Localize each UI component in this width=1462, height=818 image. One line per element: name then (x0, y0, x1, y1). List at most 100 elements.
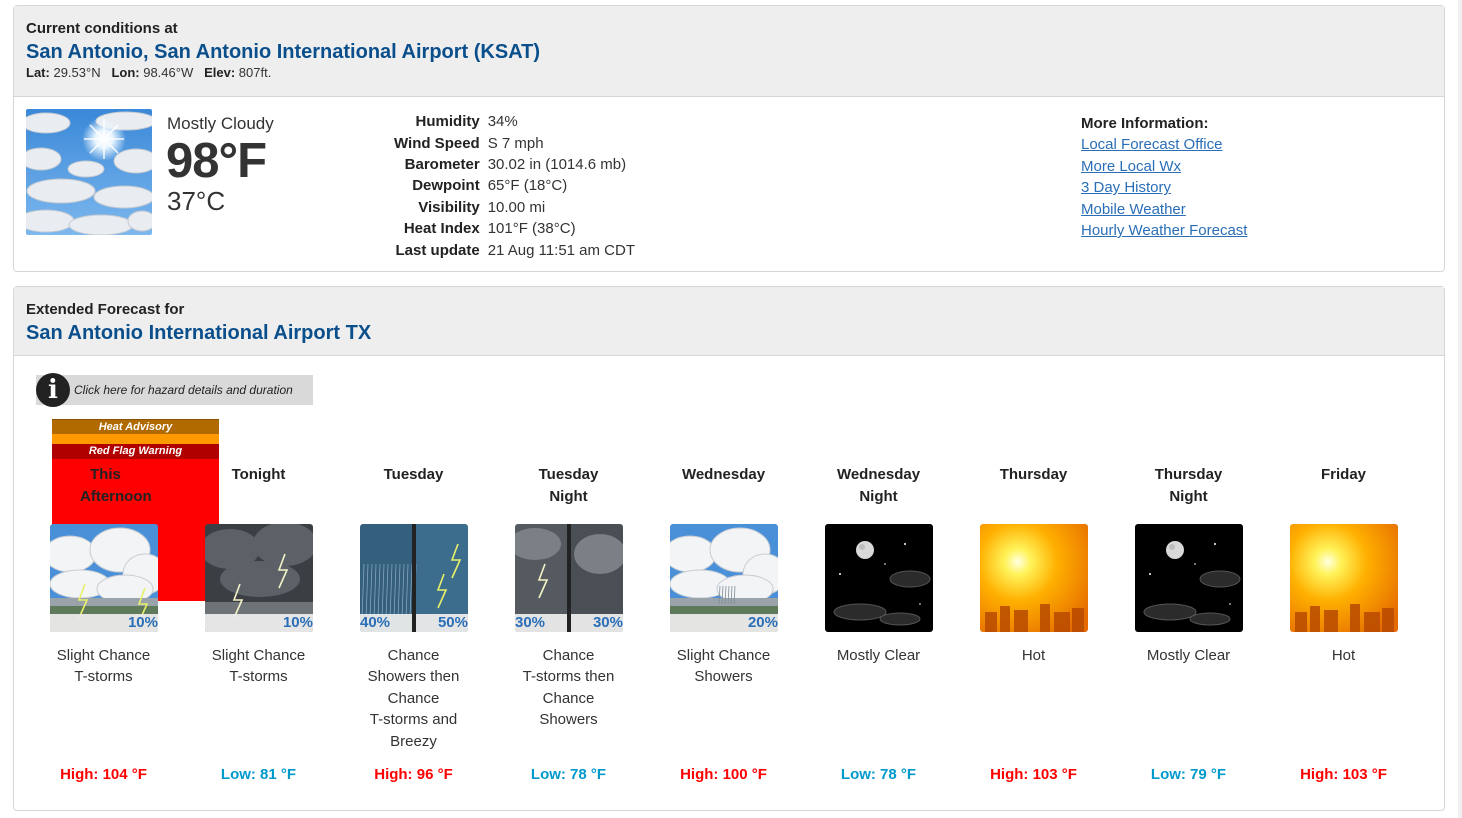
description-line: Chance (387, 647, 440, 664)
precip-chance: 20% (670, 614, 778, 632)
period-name-line: Thursday (1154, 466, 1223, 483)
low-temperature: Low: 78 °F (840, 766, 917, 783)
detail-label: Dewpoint (412, 177, 480, 195)
period-name-line: Wednesday (681, 466, 766, 483)
precip-chance: 30% (571, 614, 623, 632)
period-name: Thursday Night (1111, 464, 1266, 507)
detail-label: Barometer (404, 155, 480, 173)
period-name-line: Night (1169, 487, 1208, 505)
detail-label: Visibility (418, 198, 480, 216)
high-temperature: High: 103 °F (990, 766, 1077, 783)
detail-row: Visibility 10.00 mi (394, 197, 635, 218)
period-name-line: Tuesday (383, 466, 444, 483)
description-line: Mostly Clear (1146, 647, 1231, 664)
high-temperature: High: 100 °F (680, 766, 767, 783)
low-temperature: Low: 78 °F (530, 766, 607, 783)
precip-chance: 10% (205, 614, 313, 632)
current-summary: Mostly Cloudy (167, 114, 274, 133)
high-temperature: High: 104 °F (60, 766, 147, 783)
tstorm-night-icon: 10% (205, 524, 313, 632)
detail-label: Humidity (415, 113, 480, 131)
period-name-line: Night (549, 487, 588, 505)
clear-night-icon (1135, 524, 1243, 632)
showers-tstorm-split-icon: 40% 50% (360, 524, 468, 632)
description-line: Breezy (390, 732, 437, 750)
hazard-separator (52, 434, 219, 444)
current-temp-c: 37°C (167, 186, 226, 216)
precip-chance: 30% (515, 614, 567, 632)
tstorm-day-icon: 10% (50, 524, 158, 632)
description-line: Mostly Clear (836, 647, 921, 664)
period-name: Wednesday (646, 464, 801, 486)
detail-row: Barometer 30.02 in (1014.6 mb) (394, 154, 635, 175)
page-scrollbar[interactable] (1458, 0, 1462, 818)
extended-forecast-location: San Antonio International Airport TX (26, 322, 372, 344)
period-name: Tuesday Night (491, 464, 646, 507)
detail-value: S 7 mph (487, 134, 544, 152)
link-3-day-history[interactable]: 3 Day History (1081, 177, 1247, 198)
low-temperature: Low: 81 °F (220, 766, 297, 783)
description-line: Slight Chance (211, 647, 306, 664)
high-temperature: High: 103 °F (1300, 766, 1387, 783)
hot-sun-icon (980, 524, 1088, 632)
description-line: T-storms then (522, 668, 615, 686)
period-name: Wednesday Night (801, 464, 956, 507)
description-line: Showers then (367, 668, 460, 686)
extended-forecast-label: Extended Forecast for (26, 301, 185, 318)
tstorm-showers-split-icon: 30% 30% (515, 524, 623, 632)
detail-label: Last update (395, 241, 480, 259)
description-line: Slight Chance (676, 647, 771, 664)
period-description: Hot (956, 645, 1111, 666)
description-line: T-storms (229, 668, 288, 686)
hot-sun-icon (1290, 524, 1398, 632)
description-line: T-storms (74, 668, 133, 686)
detail-value: 30.02 in (1014.6 mb) (487, 155, 627, 173)
description-line: Chance (542, 647, 595, 664)
hazard-details-label: Click here for hazard details and durati… (74, 383, 293, 397)
precip-chance: 40% (360, 614, 412, 632)
description-line: Showers (539, 711, 598, 729)
precip-chance: 10% (50, 614, 158, 632)
period-name-line: Friday (1320, 466, 1366, 483)
mostly-cloudy-icon (26, 109, 152, 235)
period-name: Tuesday (336, 464, 491, 486)
current-conditions-header: Current conditions at San Antonio, San A… (14, 6, 1444, 97)
current-details-table: Humidity 34% Wind Speed S 7 mph Barometer 30.… (394, 111, 635, 261)
period-description: Chance Showers then Chance T-storms and Bree… (336, 645, 491, 752)
link-local-forecast-office[interactable]: Local Forecast Office (1081, 134, 1247, 155)
current-conditions-label: Current conditions at (26, 20, 178, 37)
period-description: Hot (1266, 645, 1421, 666)
period-name: Friday (1266, 464, 1421, 486)
period-name-line: Tuesday (538, 466, 599, 483)
period-name-line: Thursday (999, 466, 1068, 483)
extended-forecast-header: Extended Forecast for San Antonio Intern… (14, 287, 1444, 356)
link-hourly-weather-forecast[interactable]: Hourly Weather Forecast (1081, 220, 1247, 241)
hazard-details-button[interactable]: i Click here for hazard details and dura… (36, 373, 313, 407)
low-temperature: Low: 79 °F (1150, 766, 1227, 783)
high-temperature: High: 96 °F (374, 766, 453, 783)
link-more-local-wx[interactable]: More Local Wx (1081, 156, 1247, 177)
period-description: Slight Chance T-storms (181, 645, 336, 688)
station-name: San Antonio, San Antonio International A… (26, 41, 541, 63)
heat-advisory-badge[interactable]: Heat Advisory (52, 419, 219, 435)
description-line: T-storms and (369, 711, 458, 729)
detail-row: Last update 21 Aug 11:51 am CDT (394, 239, 636, 260)
red-flag-warning-badge[interactable]: Red Flag Warning (52, 444, 219, 459)
description-line: Hot (1021, 647, 1046, 664)
period-name: Thursday (956, 464, 1111, 486)
period-description: Slight Chance T-storms (26, 645, 181, 688)
detail-value: 101°F (38°C) (487, 220, 576, 238)
period-name: This Afternoon (26, 464, 181, 507)
current-conditions-panel: Current conditions at San Antonio, San A… (13, 5, 1445, 272)
period-description: Mostly Clear (1111, 645, 1266, 666)
link-mobile-weather[interactable]: Mobile Weather (1081, 199, 1247, 220)
period-name-line: Afternoon (80, 487, 152, 505)
detail-label: Wind Speed (394, 134, 480, 152)
description-line: Hot (1331, 647, 1356, 664)
extended-forecast-panel: Extended Forecast for San Antonio Intern… (13, 286, 1445, 811)
detail-row: Humidity 34% (394, 111, 635, 132)
period-name-line: Night (859, 487, 898, 505)
period-description: Slight Chance Showers (646, 645, 801, 688)
description-line: Slight Chance (56, 647, 151, 664)
period-description: Chance T-storms then Chance Showers (491, 645, 646, 731)
